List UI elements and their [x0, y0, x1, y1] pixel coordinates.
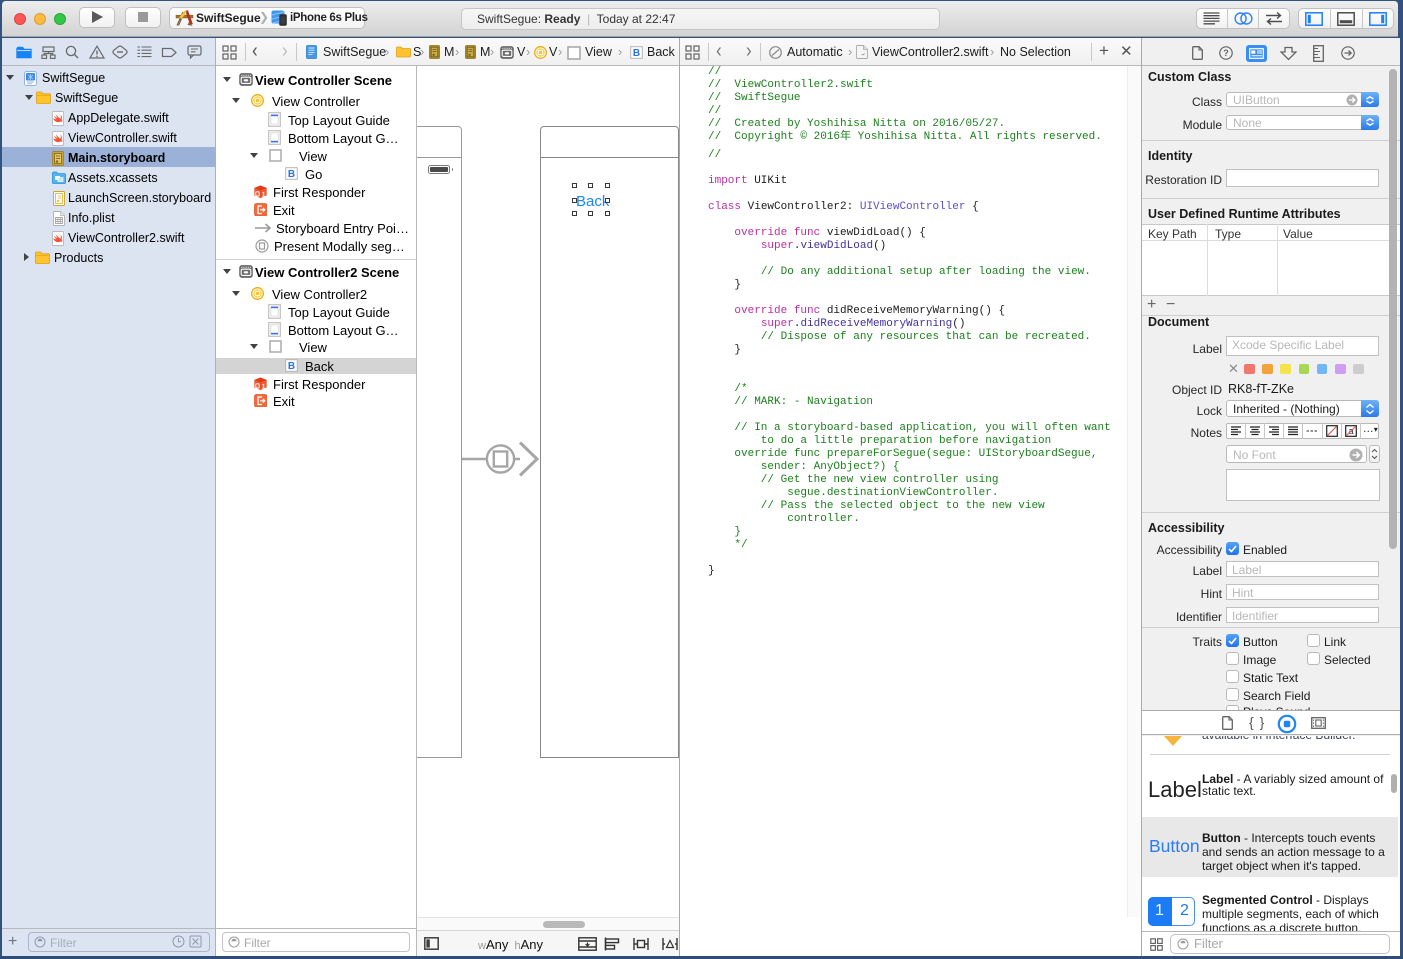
svg-text:?: ? [1223, 48, 1229, 58]
